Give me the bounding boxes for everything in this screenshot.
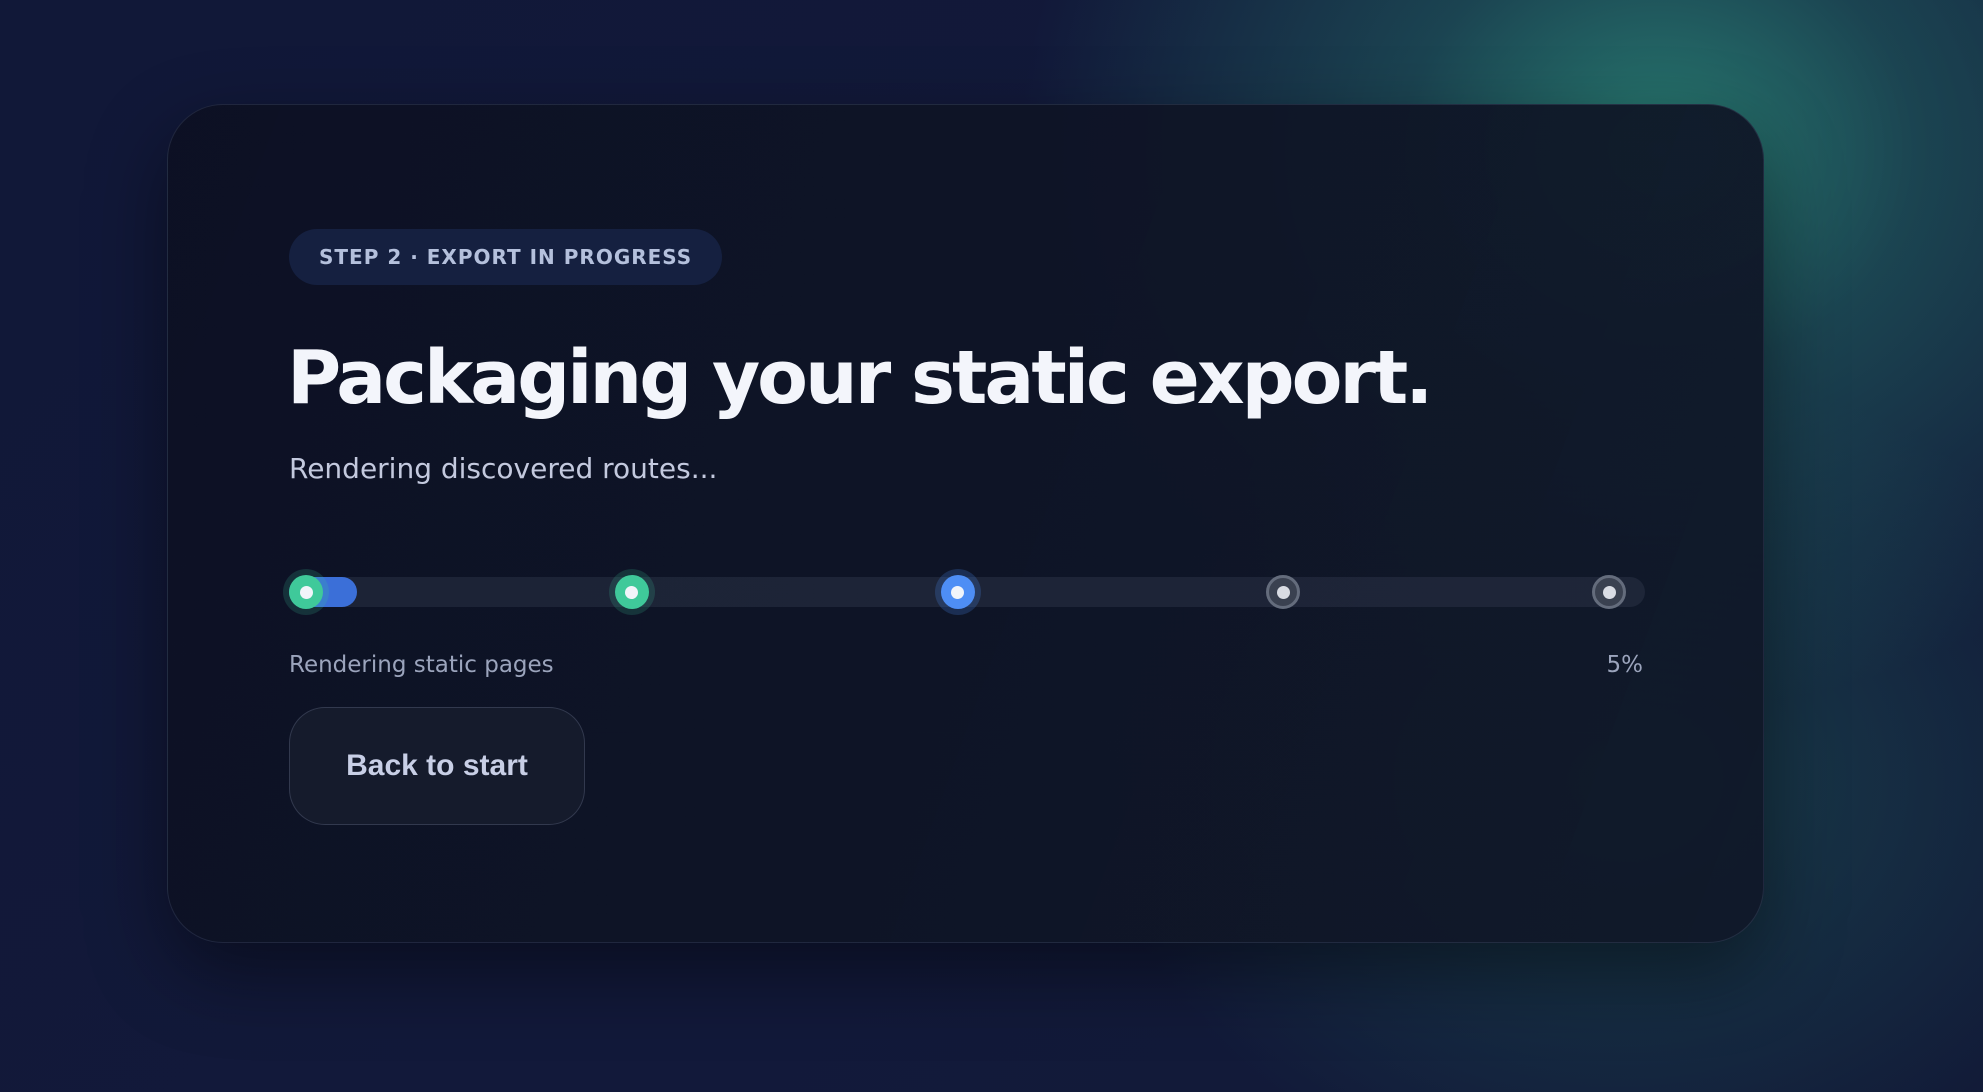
step-dot-icon (1276, 585, 1290, 599)
status-subtitle: Rendering discovered routes... (289, 452, 718, 485)
page-title: Packaging your static export. (287, 335, 1433, 421)
progress-step-5-pending (1592, 575, 1626, 609)
step-dot-icon (951, 585, 964, 599)
export-card: STEP 2 · EXPORT IN PROGRESS Packaging yo… (167, 104, 1764, 943)
progress-step-2-done (614, 575, 649, 609)
progress-percent: 5% (1606, 652, 1644, 678)
progress-step-3-active (940, 575, 975, 609)
progress-step-1-done (289, 575, 323, 609)
progress-track (289, 575, 1645, 609)
step-dot-icon (625, 585, 639, 599)
back-to-start-button[interactable]: Back to start (289, 707, 585, 825)
step-dot-icon (1602, 585, 1616, 599)
step-badge: STEP 2 · EXPORT IN PROGRESS (289, 229, 723, 285)
step-dot-icon (299, 585, 313, 599)
stage-label: Rendering static pages (289, 652, 554, 678)
progress-step-4-pending (1266, 575, 1301, 609)
